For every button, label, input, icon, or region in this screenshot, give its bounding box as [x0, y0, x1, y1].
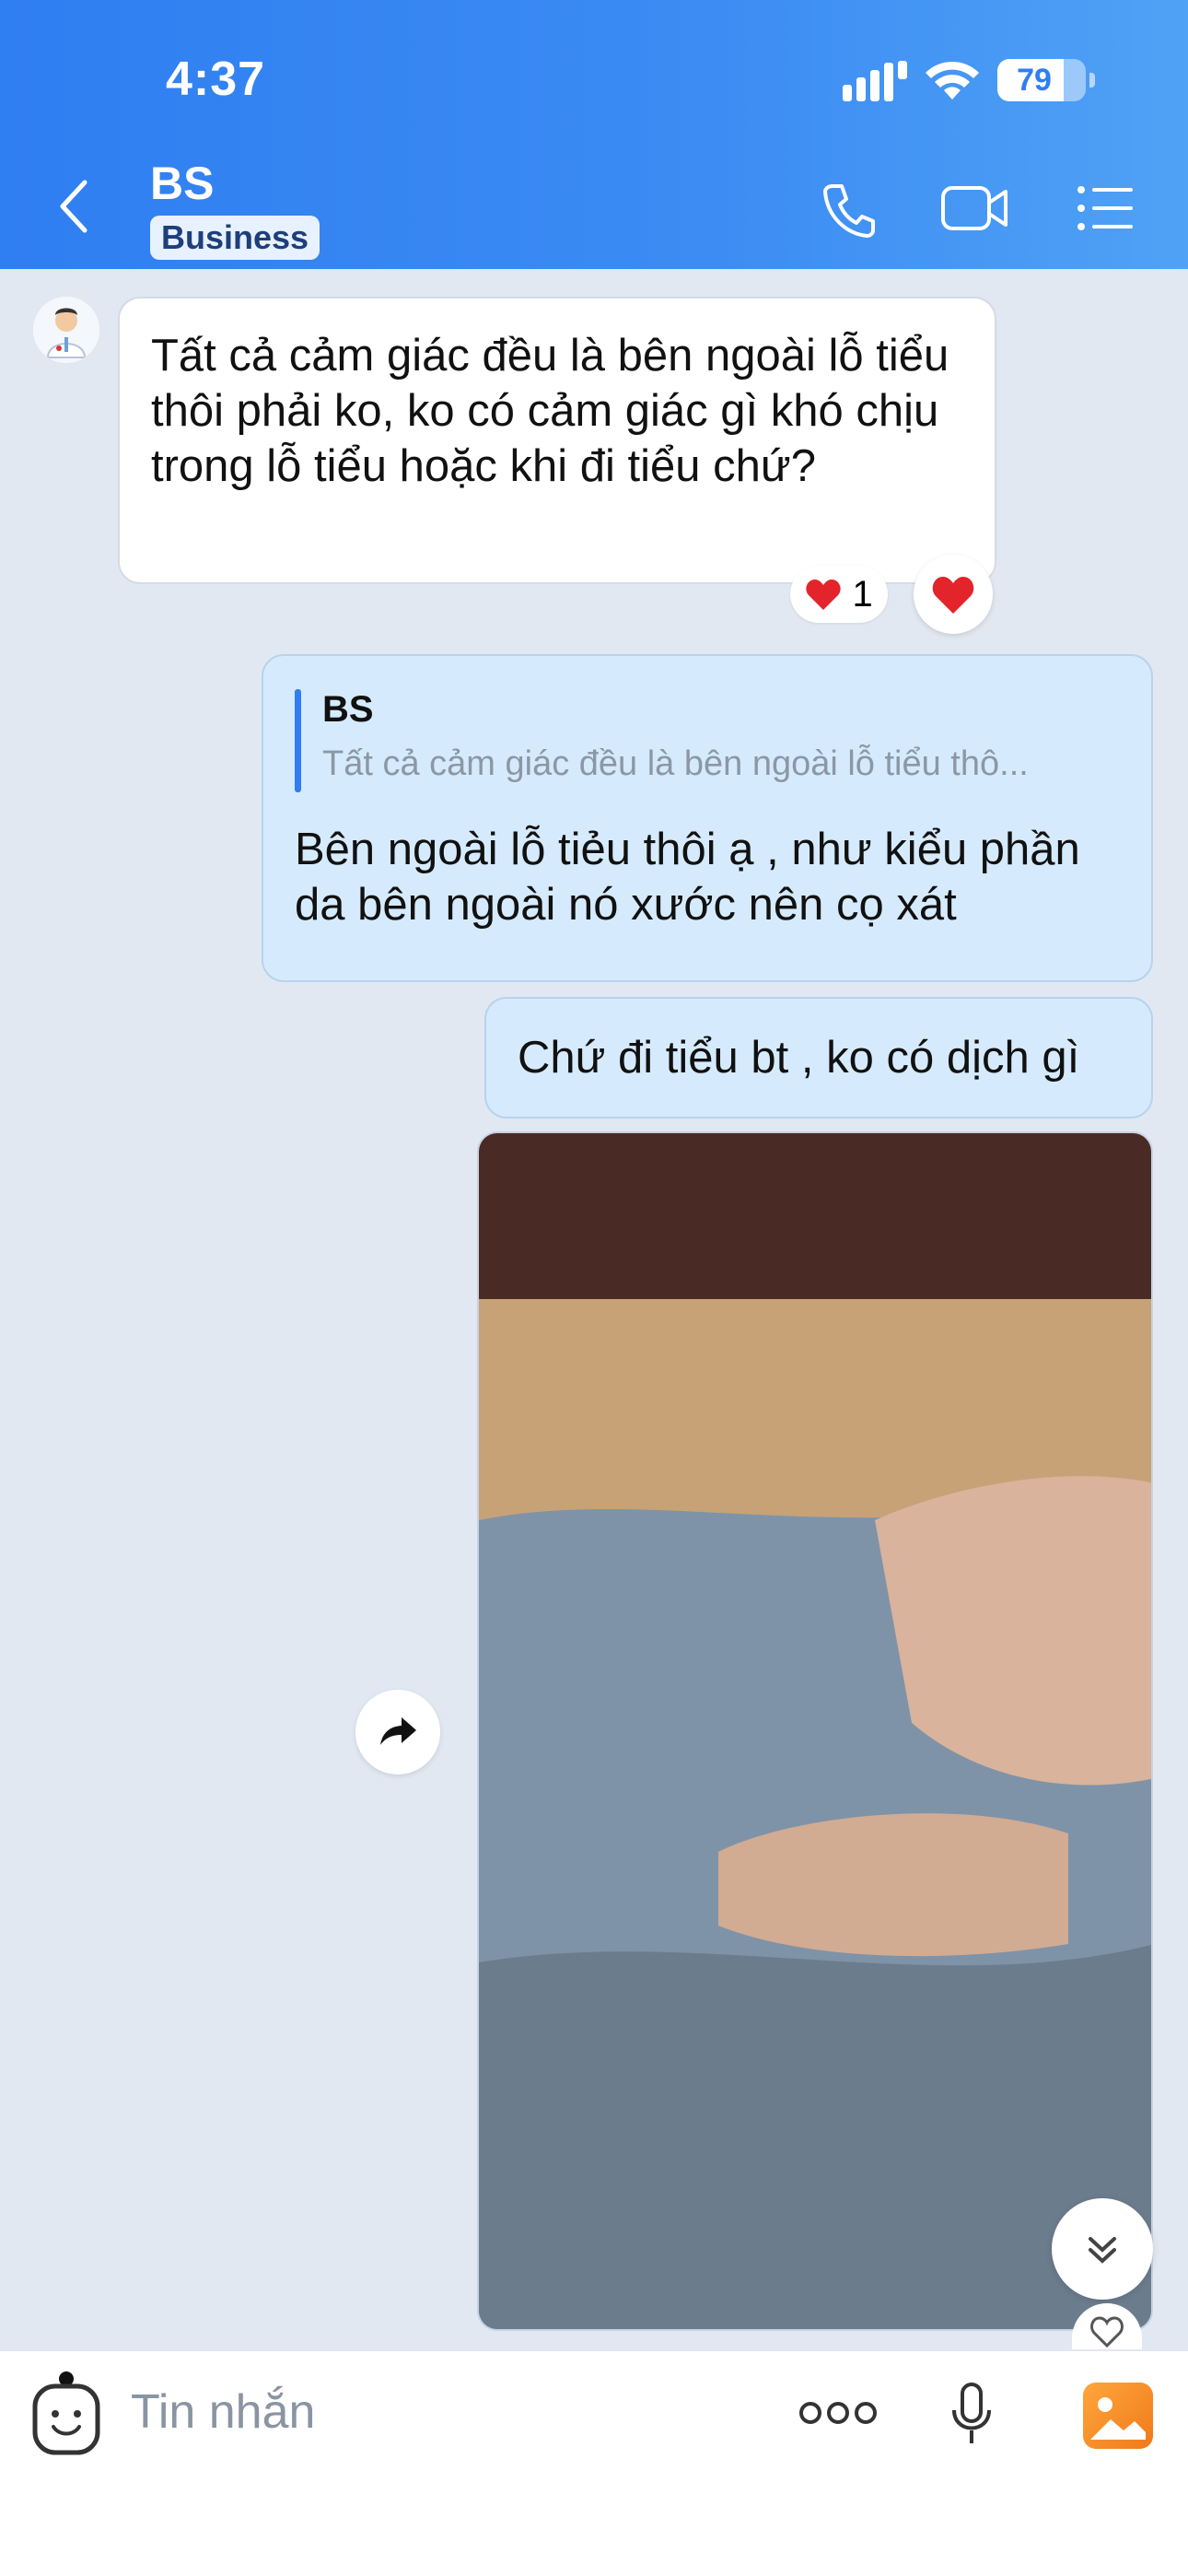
photo-message[interactable] — [477, 1131, 1153, 2331]
outgoing-message-text: Chứ đi tiểu bt , ko có dịch gì — [518, 1033, 1080, 1083]
reaction-count[interactable]: 1 — [790, 566, 888, 623]
incoming-message[interactable]: Tất cả cảm giác đều là bên ngoài lỗ tiểu… — [118, 297, 996, 584]
phone-icon[interactable] — [820, 181, 879, 240]
message-composer: Tin nhắn — [0, 2351, 1188, 2576]
heart-icon — [806, 580, 841, 610]
menu-list-icon[interactable] — [1076, 181, 1135, 236]
cellular-signal-icon — [843, 61, 907, 101]
chat-header: 4:37 79 BS Business — [0, 0, 1188, 269]
video-icon[interactable] — [939, 181, 1011, 236]
quote-sender: BS — [322, 689, 374, 730]
incoming-message-text: Tất cả cảm giác đều là bên ngoài lỗ tiểu… — [151, 331, 949, 491]
outgoing-message[interactable]: Chứ đi tiểu bt , ko có dịch gì — [484, 997, 1153, 1118]
back-chevron-icon[interactable] — [55, 177, 92, 236]
quote-bar — [295, 689, 301, 792]
gallery-button[interactable] — [1083, 2383, 1153, 2449]
react-heart-button[interactable] — [914, 555, 993, 634]
sticker-icon[interactable] — [29, 2371, 103, 2456]
more-options-icon[interactable] — [799, 2399, 877, 2427]
reaction-count-value: 1 — [852, 574, 873, 615]
message-input[interactable]: Tin nhắn — [131, 2384, 315, 2440]
chat-title[interactable]: BS — [150, 157, 214, 210]
doctor-avatar[interactable] — [33, 297, 99, 363]
reply-message[interactable]: BS Tất cả cảm giác đều là bên ngoài lỗ t… — [262, 654, 1153, 982]
share-forward-button[interactable] — [355, 1690, 440, 1774]
heart-icon — [932, 577, 974, 614]
photo-react-button[interactable] — [1072, 2303, 1142, 2349]
battery-icon: 79 — [997, 59, 1095, 101]
microphone-icon[interactable] — [949, 2381, 995, 2447]
wifi-icon — [926, 61, 979, 100]
scroll-to-bottom-button[interactable] — [1052, 2198, 1153, 2300]
business-badge: Business — [150, 216, 320, 260]
battery-level: 79 — [1017, 63, 1052, 98]
double-chevron-down-icon — [1089, 2237, 1116, 2264]
status-time: 4:37 — [166, 53, 266, 106]
heart-outline-icon — [1090, 2316, 1124, 2348]
reply-message-text: Bên ngoài lỗ tiẻu thôi ạ , như kiểu phần… — [295, 825, 1080, 930]
forward-arrow-icon — [380, 1717, 416, 1745]
quote-preview[interactable]: Tất cả cảm giác đều là bên ngoài lỗ tiểu… — [322, 744, 1133, 784]
image-icon — [1090, 2397, 1146, 2440]
